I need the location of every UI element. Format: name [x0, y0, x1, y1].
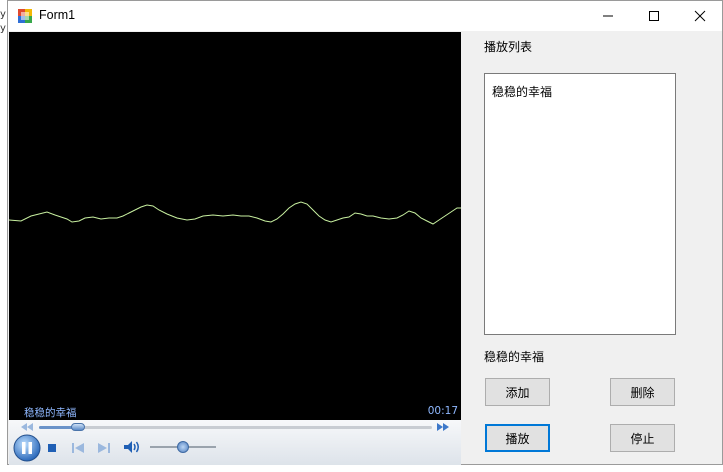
volume-thumb[interactable] — [177, 441, 189, 453]
transport-controls — [9, 420, 461, 465]
close-icon — [694, 10, 706, 22]
seek-slider[interactable] — [39, 423, 432, 431]
media-player[interactable]: 稳稳的幸福 00:17 — [9, 32, 461, 465]
visualizer-waveform — [9, 201, 461, 225]
maximize-button[interactable] — [631, 1, 677, 31]
app-icon — [18, 9, 32, 23]
fast-forward-icon[interactable] — [437, 423, 449, 431]
title-bar: Form1 — [8, 1, 722, 31]
close-button[interactable] — [677, 1, 723, 31]
elapsed-time: 00:17 — [427, 405, 458, 417]
add-button[interactable]: 添加 — [485, 378, 550, 406]
skip-next-icon — [98, 443, 110, 453]
stop-media-button[interactable] — [45, 441, 59, 455]
window-title: Form1 — [39, 8, 76, 22]
current-song-label: 稳稳的幸福 — [484, 350, 545, 364]
stop-button[interactable]: 停止 — [610, 424, 675, 452]
skip-previous-icon — [72, 443, 84, 453]
pause-icon — [13, 434, 41, 462]
previous-track-button[interactable] — [71, 441, 85, 455]
playlist-label: 播放列表 — [484, 40, 533, 54]
minimize-icon — [603, 15, 613, 17]
mute-button[interactable] — [123, 439, 141, 455]
now-playing-label: 稳稳的幸福 — [24, 407, 77, 419]
list-item[interactable]: 稳稳的幸福 — [492, 83, 552, 100]
form-window: Form1 稳稳的幸福 00:17 播放列表 稳稳的幸福 稳稳的幸福 添加 删除… — [7, 0, 723, 465]
minimize-button[interactable] — [585, 1, 631, 31]
audio-visualizer — [9, 201, 461, 225]
play-button[interactable]: 播放 — [485, 424, 550, 452]
pause-button[interactable] — [13, 434, 41, 462]
delete-button[interactable]: 删除 — [610, 378, 675, 406]
stop-icon — [48, 444, 56, 452]
rewind-icon[interactable] — [21, 423, 33, 431]
next-track-button[interactable] — [97, 441, 111, 455]
speaker-icon — [124, 441, 139, 453]
seek-thumb[interactable] — [71, 423, 86, 431]
playlist-listbox[interactable]: 稳稳的幸福 — [484, 73, 676, 335]
maximize-icon — [649, 11, 659, 21]
